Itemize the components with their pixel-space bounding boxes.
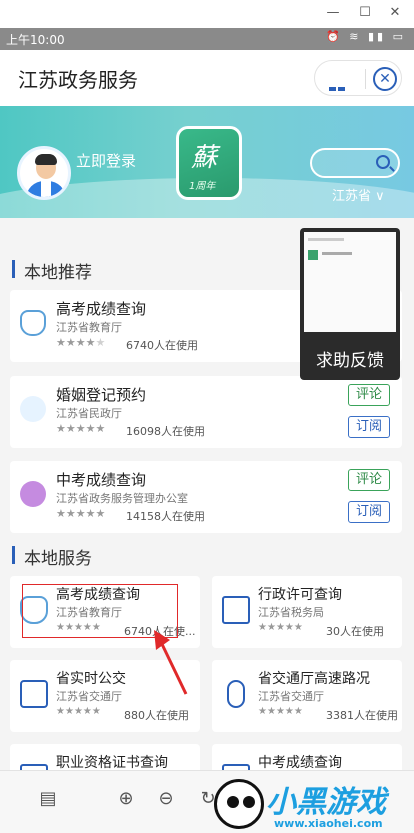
traffic-light-icon: [227, 680, 245, 708]
usage-count: 880人在使用: [124, 709, 189, 722]
usage-count: 3381人在使用: [326, 709, 398, 722]
service-name: 行政许可查询: [258, 587, 342, 603]
service-dept: 江苏省税务局: [258, 606, 324, 619]
login-link[interactable]: 立即登录: [76, 150, 136, 171]
service-tile[interactable]: 中考成绩查询: [212, 744, 402, 770]
more-icon[interactable]: [329, 76, 355, 110]
service-name: 高考成绩查询: [56, 300, 147, 318]
list-item[interactable]: 中考成绩查询江苏省政务服务管理办公室 ★★★★★ 14158人在使用 评论订阅: [10, 461, 402, 533]
minimize-icon[interactable]: —: [326, 6, 340, 20]
usage-count: 14158人在使用: [126, 510, 205, 523]
screenshot-thumbnail: [304, 232, 396, 332]
service-name: 职业资格证书查询: [56, 755, 168, 770]
bus-icon: [20, 680, 48, 708]
avatar[interactable]: [17, 146, 71, 200]
status-bar: 上午10:00 ⏰ ≋ ▮▮ ▭: [0, 28, 414, 50]
layout-icon[interactable]: ▤: [38, 789, 58, 809]
logo-badge: 1周年: [189, 181, 216, 192]
rating-stars: ★★★★★: [56, 336, 106, 349]
rating-stars: ★★★★★: [56, 422, 106, 435]
shield-search-icon: [20, 310, 46, 336]
rating-stars: ★★★★★: [258, 622, 303, 633]
watermark-text: 小黑游戏: [266, 785, 386, 820]
annotation-arrow: [154, 630, 188, 695]
subscribe-button[interactable]: 订阅: [348, 416, 390, 438]
service-dept: 江苏省教育厅: [56, 321, 122, 334]
zoom-in-icon[interactable]: ⊕: [116, 789, 136, 809]
search-input[interactable]: [310, 148, 400, 178]
couple-icon: [20, 396, 46, 422]
menu-capsule: ✕: [314, 60, 402, 110]
zoom-out-icon[interactable]: ⊖: [156, 789, 176, 809]
service-name: 省实时公交: [56, 671, 126, 687]
service-name: 中考成绩查询: [258, 755, 342, 770]
region-selector[interactable]: 江苏省 ∨: [332, 185, 385, 204]
watermark-logo: 小黑游戏 www.xiaohei.com: [214, 775, 410, 833]
panda-icon: [214, 779, 264, 829]
service-dept: 江苏省政务服务管理办公室: [56, 492, 188, 505]
service-name: 省交通厅高速路况: [258, 671, 370, 687]
close-icon[interactable]: ✕: [373, 67, 397, 91]
close-window-icon[interactable]: ✕: [388, 6, 402, 20]
comment-button[interactable]: 评论: [348, 469, 390, 491]
help-feedback-label: 求助反馈: [316, 351, 384, 371]
document-icon: [20, 481, 46, 507]
app-header: 江苏政务服务 ✕: [0, 50, 414, 110]
help-feedback-button[interactable]: 求助反馈: [300, 228, 400, 380]
page-title: 江苏政务服务: [18, 68, 138, 92]
service-tile[interactable]: 省交通厅高速路况 江苏省交通厅 ★★★★★ 3381人在使用: [212, 660, 402, 732]
section-title-recommend: 本地推荐: [12, 258, 92, 283]
status-time: 上午10:00: [6, 33, 65, 47]
watermark-url: www.xiaohei.com: [274, 817, 383, 830]
rating-stars: ★★★★★: [258, 706, 303, 717]
service-dept: 江苏省交通厅: [56, 690, 122, 703]
status-icons: ⏰ ≋ ▮▮ ▭: [326, 30, 406, 43]
banner: 立即登录 蘇 1周年 江苏省 ∨: [0, 106, 414, 218]
bottom-toolbar: ▤ ⊕ ⊖ ↻ 小黑游戏 www.xiaohei.com: [0, 770, 414, 833]
capsule-divider: [365, 69, 366, 89]
subscribe-button[interactable]: 订阅: [348, 501, 390, 523]
section-title-services: 本地服务: [12, 544, 92, 569]
license-icon: [222, 596, 250, 624]
service-tile[interactable]: 职业资格证书查询: [10, 744, 200, 770]
logo-character: 蘇: [191, 143, 218, 173]
usage-count: 16098人在使用: [126, 425, 205, 438]
search-icon[interactable]: [376, 155, 390, 169]
service-dept: 江苏省民政厅: [56, 407, 122, 420]
service-name: 中考成绩查询: [56, 471, 147, 489]
rating-stars: ★★★★★: [56, 706, 101, 717]
rating-stars: ★★★★★: [56, 507, 106, 520]
app-logo: 蘇 1周年: [176, 126, 242, 200]
comment-button[interactable]: 评论: [348, 384, 390, 406]
service-tile[interactable]: 行政许可查询 江苏省税务局 ★★★★★ 30人在使用: [212, 576, 402, 648]
window-titlebar: — ☐ ✕: [0, 0, 414, 28]
usage-count: 6740人在使用: [126, 339, 198, 352]
service-name: 婚姻登记预约: [56, 386, 147, 404]
list-item[interactable]: 婚姻登记预约江苏省民政厅 ★★★★★ 16098人在使用 评论订阅: [10, 376, 402, 448]
maximize-icon[interactable]: ☐: [358, 6, 372, 20]
usage-count: 30人在使用: [326, 625, 384, 638]
service-dept: 江苏省交通厅: [258, 690, 324, 703]
